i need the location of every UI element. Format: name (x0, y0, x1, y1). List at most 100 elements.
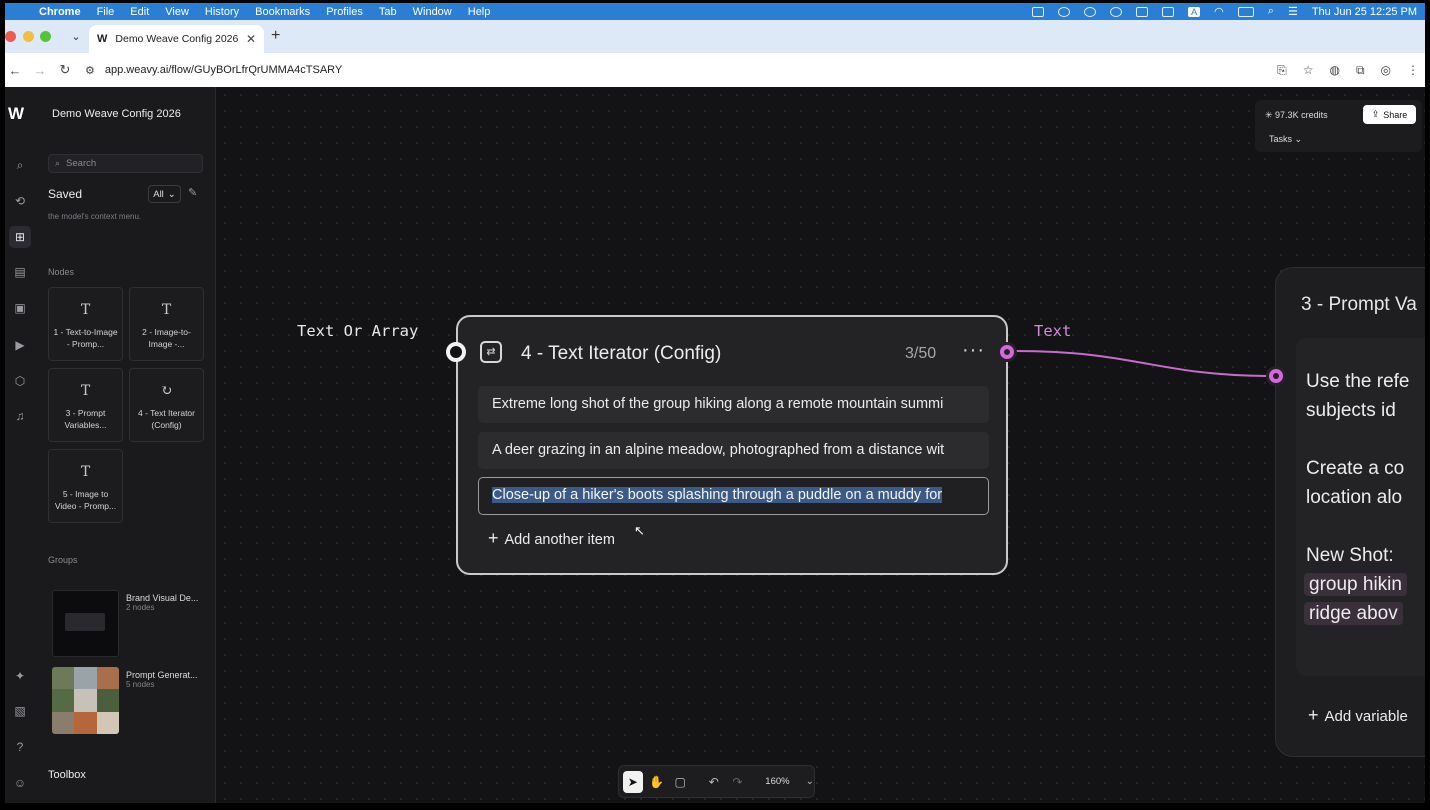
node-title[interactable]: 4 - Text Iterator (Config) (521, 343, 721, 365)
zoom-level[interactable]: 160% (765, 776, 789, 787)
tab-close-icon[interactable]: ✕ (246, 32, 256, 46)
prompt-line: location alo (1306, 487, 1403, 508)
status-input-source[interactable]: A (1188, 6, 1201, 17)
status-record-icon[interactable] (1058, 6, 1071, 17)
add-variable-label: Add variable (1324, 708, 1408, 725)
browser-tab-active[interactable]: W Demo Weave Config 2026 ✕ (89, 25, 264, 53)
weavy-logo[interactable]: W (8, 104, 24, 124)
saved-node-card[interactable]: T 2 - Image-to-Image -... (129, 287, 204, 361)
iterator-item-input-selected[interactable]: Close-up of a hiker's boots splashing th… (478, 477, 989, 515)
group-thumbnail[interactable] (52, 667, 119, 734)
back-arrow-icon[interactable]: ← (5, 63, 25, 78)
status-check-icon[interactable] (1084, 6, 1097, 17)
chevron-down-icon: ⌄ (167, 188, 176, 200)
menu-history[interactable]: History (205, 6, 239, 18)
text-iterator-node[interactable]: ⇄ 4 - Text Iterator (Config) 3/50 ··· Ex… (456, 315, 1008, 575)
search-icon: ⌕ (55, 158, 61, 168)
status-grid-icon[interactable] (1136, 6, 1149, 17)
saved-node-card[interactable]: T 5 - Image to Video - Promp... (48, 449, 123, 523)
window-minimize-button[interactable] (23, 31, 34, 42)
sticky-note-icon[interactable]: ▢ (670, 771, 690, 793)
saved-node-card[interactable]: T 1 - Text-to-Image - Promp... (48, 287, 123, 361)
iterator-icon: ⇄ (480, 341, 502, 363)
new-tab-plus-icon[interactable]: + (271, 27, 280, 45)
image-icon[interactable]: ▣ (9, 297, 31, 319)
edit-pencil-icon[interactable]: ✎ (188, 186, 197, 199)
reload-icon[interactable]: ↻ (55, 62, 75, 78)
battery-icon[interactable] (1237, 6, 1254, 17)
output-handle[interactable] (997, 342, 1017, 362)
spotlight-search-icon[interactable]: ⌕ (1268, 5, 1274, 18)
bookmark-star-icon[interactable]: ☆ (1303, 63, 1314, 78)
node-title[interactable]: 3 - Prompt Va (1301, 294, 1417, 316)
extensions-puzzle-icon[interactable]: ⧉ (1356, 63, 1365, 78)
status-sync-icon[interactable] (1110, 6, 1123, 17)
project-title[interactable]: Demo Weave Config 2026 (52, 108, 181, 120)
control-center-icon[interactable]: ☰ (1288, 5, 1298, 18)
more-options-icon[interactable]: ··· (962, 339, 985, 362)
group-thumbnail[interactable] (52, 590, 119, 657)
sidebar-search-input[interactable]: ⌕ Search (48, 154, 203, 173)
gallery-icon[interactable]: ▧ (9, 700, 31, 722)
variable-chip[interactable]: ridge abov (1304, 599, 1403, 628)
status-window-icon[interactable] (1162, 6, 1175, 17)
saved-filter-select[interactable]: All ⌄ (148, 185, 181, 203)
menu-edit[interactable]: Edit (130, 6, 149, 18)
wifi-icon[interactable]: ◠ (1214, 5, 1224, 18)
variable-chip-text: group hikin (1304, 573, 1407, 596)
tasks-dropdown[interactable]: Tasks ⌄ (1269, 134, 1302, 145)
search-icon[interactable]: ⌕ (9, 154, 31, 176)
video-icon[interactable]: ▶ (9, 334, 31, 356)
chevron-down-icon[interactable]: ⌄ (806, 776, 814, 787)
saved-node-card[interactable]: T 3 - Prompt Variables... (48, 368, 123, 442)
window-zoom-button[interactable] (40, 31, 51, 42)
sparkle-icon[interactable]: ✦ (9, 665, 31, 687)
help-icon[interactable]: ? (9, 736, 31, 758)
nodes-library-icon[interactable]: ⊞ (9, 226, 31, 248)
install-app-icon[interactable]: ⎘ (1277, 63, 1287, 78)
select-pointer-icon[interactable]: ➤ (623, 770, 643, 793)
tasks-label: Tasks (1269, 134, 1293, 144)
menu-view[interactable]: View (165, 6, 189, 18)
extension-icon[interactable]: ◍ (1329, 63, 1339, 78)
music-note-icon[interactable]: ♫ (9, 405, 31, 427)
3d-cube-icon[interactable]: ⬡ (9, 370, 31, 392)
redo-icon[interactable]: ↷ (728, 771, 748, 793)
variable-chip[interactable]: group hikin (1304, 570, 1407, 599)
saved-node-card[interactable]: ↻ 4 - Text Iterator (Config) (129, 368, 204, 442)
discord-icon[interactable]: ☺ (9, 772, 31, 794)
profile-avatar-icon[interactable]: ◎ (1381, 63, 1391, 78)
input-handle[interactable] (446, 342, 466, 362)
iterator-item-input[interactable]: Extreme long shot of the group hiking al… (478, 386, 989, 423)
chrome-menu-icon[interactable]: ⋮ (1407, 63, 1419, 78)
menu-file[interactable]: File (97, 6, 115, 18)
add-variable-button[interactable]: + Add variable (1308, 705, 1408, 726)
menu-app-name[interactable]: Chrome (39, 6, 81, 18)
address-bar[interactable]: app.weavy.ai/flow/GUyBOrLfrQrUMMA4cTSARY (105, 64, 342, 76)
menu-bookmarks[interactable]: Bookmarks (255, 6, 310, 18)
prompt-variables-node[interactable]: 3 - Prompt Va Use the refe subjects id C… (1275, 267, 1425, 757)
forward-arrow-icon[interactable]: → (30, 63, 50, 78)
status-app-icon[interactable] (1032, 6, 1045, 17)
truncated-help-text: the model's context menu. (48, 212, 142, 221)
menu-tab[interactable]: Tab (379, 6, 397, 18)
add-item-button[interactable]: + Add another item (488, 528, 615, 549)
iterator-item-input[interactable]: A deer grazing in an alpine meadow, phot… (478, 432, 989, 469)
site-settings-icon[interactable]: ⚙ (85, 64, 95, 77)
tab-search-chevron-icon[interactable]: ⌄ (67, 28, 85, 46)
share-button[interactable]: ⇪ Share (1363, 105, 1416, 124)
prompt-input-handle[interactable] (1266, 366, 1286, 386)
prompt-line: Use the refe (1306, 371, 1410, 392)
toolbox-heading[interactable]: Toolbox (48, 769, 86, 781)
history-icon[interactable]: ⟲ (9, 190, 31, 212)
menu-window[interactable]: Window (413, 6, 452, 18)
group-name[interactable]: Prompt Generat... (126, 670, 198, 680)
window-close-button[interactable] (5, 31, 16, 42)
hand-pan-icon[interactable]: ✋ (647, 771, 667, 793)
group-name[interactable]: Brand Visual De... (126, 593, 198, 603)
undo-icon[interactable]: ↶ (704, 771, 724, 793)
menu-profiles[interactable]: Profiles (326, 6, 363, 18)
menu-clock[interactable]: Thu Jun 25 12:25 PM (1312, 6, 1417, 18)
toolbox-briefcase-icon[interactable]: ▤ (9, 261, 31, 283)
menu-help[interactable]: Help (468, 6, 491, 18)
